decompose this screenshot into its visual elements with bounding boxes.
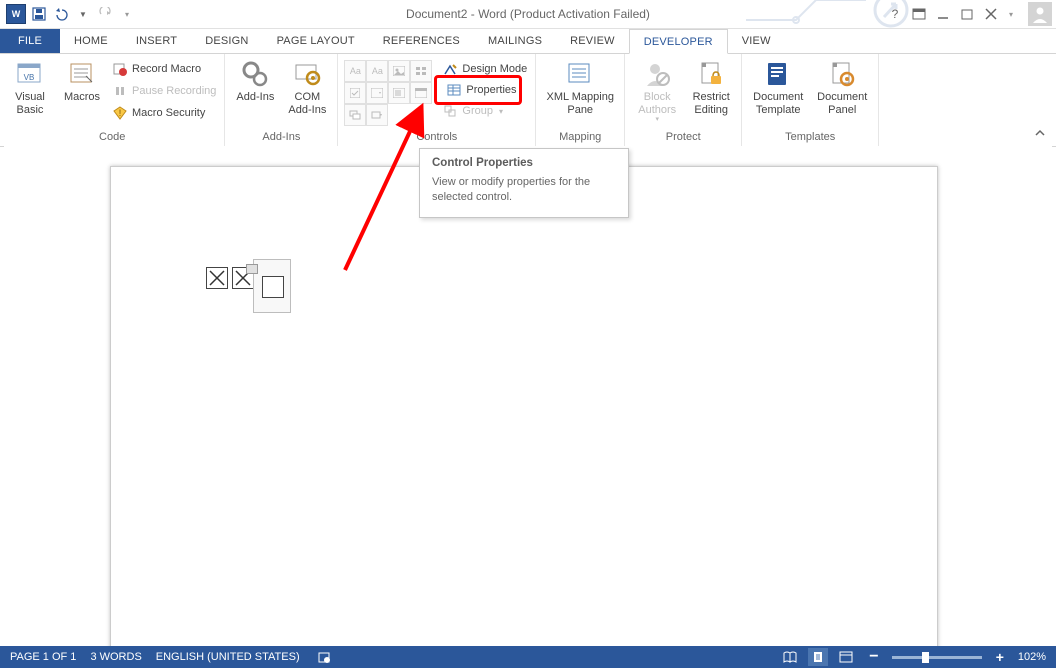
picture-control-button[interactable] [388, 60, 410, 82]
account-avatar[interactable] [1028, 2, 1052, 26]
tab-view[interactable]: VIEW [728, 29, 785, 53]
record-macro-icon [112, 61, 128, 77]
xml-mapping-button[interactable]: XML Mapping Pane [542, 56, 618, 116]
web-layout-icon[interactable] [836, 648, 856, 666]
control-handle-icon[interactable] [246, 264, 258, 274]
group-templates: Document Template Document Panel Templat… [742, 54, 879, 146]
zoom-level[interactable]: 102% [1018, 651, 1046, 663]
group-controls: Aa Aa Design Mode Properties Group▾ Cont… [338, 54, 536, 146]
undo-dropdown-icon[interactable]: ▼ [74, 5, 92, 23]
tab-file[interactable]: FILE [0, 29, 60, 53]
tooltip-title: Control Properties [432, 157, 616, 169]
svg-text:!: ! [119, 108, 122, 118]
controls-gallery: Aa Aa [344, 60, 430, 124]
svg-text:VB: VB [24, 73, 35, 82]
building-block-control-button[interactable] [410, 60, 432, 82]
restrict-editing-icon [697, 60, 725, 88]
macros-button[interactable]: Macros [58, 56, 106, 104]
group-mapping: XML Mapping Pane Mapping [536, 54, 625, 146]
read-mode-icon[interactable] [780, 648, 800, 666]
document-area [4, 146, 1052, 646]
control-properties-tooltip: Control Properties View or modify proper… [419, 148, 629, 218]
addins-icon [241, 60, 269, 88]
restrict-editing-button[interactable]: Restrict Editing [687, 56, 735, 116]
zoom-out-icon[interactable]: − [864, 648, 884, 666]
ribbon: VB Visual Basic Macros Record Macro Paus… [0, 54, 1056, 147]
repeating-section-control-button[interactable] [344, 104, 366, 126]
title-bar: W ▼ ▾ Document2 - Word (Product Activati… [0, 0, 1056, 29]
addins-button[interactable]: Add-Ins [231, 56, 279, 104]
design-mode-icon [442, 61, 458, 77]
tab-mailings[interactable]: MAILINGS [474, 29, 556, 53]
pause-recording-button: Pause Recording [110, 80, 218, 102]
rich-text-control-button[interactable]: Aa [344, 60, 366, 82]
pause-recording-icon [112, 83, 128, 99]
close-icon[interactable] [982, 5, 1000, 23]
document-panel-button[interactable]: Document Panel [812, 56, 872, 116]
collapse-ribbon-icon[interactable] [1034, 127, 1046, 142]
checkbox-control-3[interactable] [262, 276, 284, 298]
help-icon[interactable]: ? [886, 5, 904, 23]
document-panel-icon [828, 60, 856, 88]
window-controls: ? ▾ [886, 2, 1052, 26]
com-addins-icon [293, 60, 321, 88]
page-number-status[interactable]: PAGE 1 OF 1 [10, 651, 76, 663]
redo-icon[interactable] [96, 5, 114, 23]
tab-review[interactable]: REVIEW [556, 29, 629, 53]
tab-developer[interactable]: DEVELOPER [629, 29, 728, 54]
visual-basic-button[interactable]: VB Visual Basic [6, 56, 54, 116]
quick-access-toolbar: W ▼ ▾ [0, 4, 136, 24]
status-bar: PAGE 1 OF 1 3 WORDS ENGLISH (UNITED STAT… [0, 646, 1056, 668]
tab-design[interactable]: DESIGN [191, 29, 262, 53]
group-icon [442, 103, 458, 119]
legacy-tools-button[interactable] [366, 104, 388, 126]
tab-insert[interactable]: INSERT [122, 29, 191, 53]
group-addins: Add-Ins COM Add-Ins Add-Ins [225, 54, 338, 146]
language-status[interactable]: ENGLISH (UNITED STATES) [156, 651, 300, 663]
block-authors-button: Block Authors▾ [631, 56, 683, 124]
word-app-icon[interactable]: W [6, 4, 26, 24]
group-code: VB Visual Basic Macros Record Macro Paus… [0, 54, 225, 146]
zoom-in-icon[interactable]: + [990, 648, 1010, 666]
checkbox-control-1[interactable] [206, 267, 228, 289]
tooltip-body: View or modify properties for the select… [432, 175, 616, 205]
record-macro-button[interactable]: Record Macro [110, 58, 218, 80]
zoom-slider[interactable] [892, 656, 982, 659]
combobox-control-button[interactable] [366, 82, 388, 104]
design-mode-button[interactable]: Design Mode [440, 58, 529, 80]
selected-checkbox-control[interactable] [253, 259, 291, 313]
document-page[interactable] [110, 166, 938, 646]
date-picker-control-button[interactable] [410, 82, 432, 104]
maximize-icon[interactable] [958, 5, 976, 23]
ribbon-tabs: FILE HOME INSERT DESIGN PAGE LAYOUT REFE… [0, 29, 1056, 54]
group-protect: Block Authors▾ Restrict Editing Protect [625, 54, 742, 146]
undo-icon[interactable] [52, 5, 70, 23]
visual-basic-icon: VB [16, 60, 44, 88]
qat-customize-icon[interactable]: ▾ [118, 5, 136, 23]
ribbon-display-icon[interactable] [910, 5, 928, 23]
macro-security-button[interactable]: !Macro Security [110, 102, 218, 124]
save-icon[interactable] [30, 5, 48, 23]
tab-home[interactable]: HOME [60, 29, 122, 53]
macro-recording-status-icon[interactable] [314, 648, 334, 666]
com-addins-button[interactable]: COM Add-Ins [283, 56, 331, 116]
word-count-status[interactable]: 3 WORDS [90, 651, 141, 663]
print-layout-icon[interactable] [808, 648, 828, 666]
block-authors-icon [643, 60, 671, 88]
minimize-icon[interactable] [934, 5, 952, 23]
tab-references[interactable]: REFERENCES [369, 29, 474, 53]
checkbox-control-button[interactable] [344, 82, 366, 104]
account-dropdown-icon[interactable]: ▾ [1006, 5, 1016, 23]
macros-icon [68, 60, 96, 88]
plain-text-control-button[interactable]: Aa [366, 60, 388, 82]
properties-button[interactable]: Properties [440, 80, 529, 100]
group-button: Group▾ [440, 100, 529, 122]
properties-icon [446, 82, 462, 98]
macro-security-icon: ! [112, 105, 128, 121]
document-template-icon [764, 60, 792, 88]
document-template-button[interactable]: Document Template [748, 56, 808, 116]
xml-mapping-icon [566, 60, 594, 88]
dropdown-control-button[interactable] [388, 82, 410, 104]
tab-page-layout[interactable]: PAGE LAYOUT [263, 29, 369, 53]
